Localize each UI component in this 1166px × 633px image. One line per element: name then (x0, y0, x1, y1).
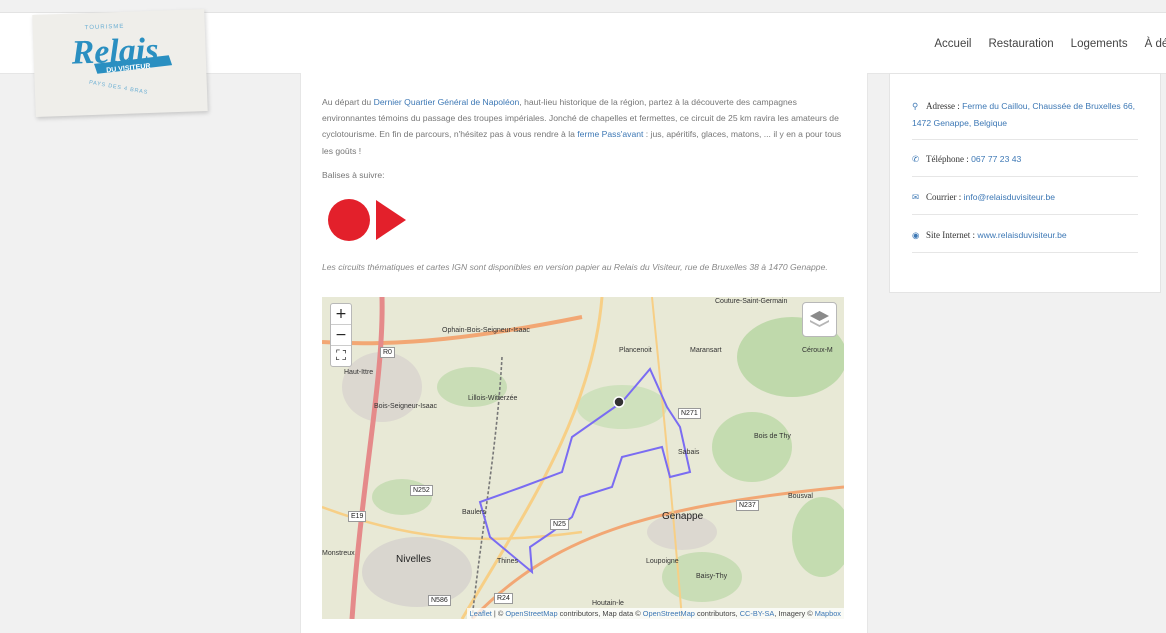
envelope-icon: ✉ (912, 193, 920, 203)
main-nav: Accueil Restauration Logements À déc (934, 38, 1166, 50)
contact-sidebar: ⚲ Adresse : Ferme du Caillou, Chaussée de… (889, 73, 1161, 293)
phone-icon: ✆ (912, 155, 920, 165)
nav-item-accueil[interactable]: Accueil (934, 38, 971, 50)
map-label-cerouxm: Céroux-M (802, 347, 833, 354)
nav-item-decouvrir[interactable]: À déc (1145, 38, 1166, 50)
road-label-r0: R0 (380, 347, 395, 358)
start-point-icon (613, 396, 625, 408)
balises-label: Balises à suivre: (322, 170, 385, 180)
map-label-ophain: Ophain-Bois-Seigneur-Isaac (442, 327, 530, 334)
attrib-sep: | © (491, 609, 506, 618)
nav-item-restauration[interactable]: Restauration (988, 38, 1053, 50)
web-label: Site Internet : (926, 230, 975, 240)
map-label-genappe: Genappe (662, 511, 704, 522)
zoom-in-button[interactable]: + (331, 304, 351, 325)
map-label-loupoigne: Loupoigne (646, 558, 679, 565)
osm-link-2[interactable]: OpenStreetMap (643, 609, 695, 618)
logo-graphic: TOURISME Relais DU VISITEUR PAYS DES 4 B… (70, 24, 173, 96)
map-marker-icon: ⚲ (912, 102, 919, 112)
road-label-n237: N237 (736, 500, 759, 511)
map-label-houtain: Houtain-le (592, 600, 624, 607)
attrib-text-2: contributors, (694, 609, 740, 618)
site-logo[interactable]: TOURISME Relais DU VISITEUR PAYS DES 4 B… (32, 9, 208, 117)
contact-phone: ✆ Téléphone : 067 77 23 43 (912, 151, 1138, 177)
nav-item-logements[interactable]: Logements (1071, 38, 1128, 50)
road-label-n25: N25 (550, 519, 569, 530)
fullscreen-button[interactable]: ⛶ (331, 346, 351, 366)
map-label-boisseigneur: Bois-Seigneur-Isaac (374, 403, 438, 410)
para-text-1: Au départ du (322, 97, 374, 107)
map-label-bois-thy: Bois de Thy (754, 433, 791, 440)
zoom-control: + − ⛶ (330, 303, 352, 367)
contact-mail: ✉ Courrier : info@relaisduvisiteur.be (912, 189, 1138, 215)
availability-note: Les circuits thématiques et cartes IGN s… (322, 262, 828, 272)
osm-link[interactable]: OpenStreetMap (505, 609, 557, 618)
map-attribution: Leaflet | © OpenStreetMap contributors, … (466, 608, 844, 619)
map-label-bousval: Bousval (788, 493, 813, 500)
mapbox-link[interactable]: Mapbox (815, 609, 841, 618)
intro-paragraph: Au départ du Dernier Quartier Général de… (322, 94, 846, 159)
attrib-text-3: , Imagery © (774, 609, 815, 618)
mail-label: Courrier : (926, 192, 962, 202)
map-label-thines: Thines (497, 558, 519, 565)
map-label-maransart: Maransart (690, 347, 722, 354)
quartier-general-link[interactable]: Dernier Quartier Général de Napoléon (374, 97, 520, 107)
map-label-plancenoit: Plancenoit (619, 347, 652, 354)
ferme-passavant-link[interactable]: ferme Pass'avant (577, 129, 643, 139)
layers-icon (810, 311, 829, 327)
web-link[interactable]: www.relaisduvisiteur.be (977, 230, 1066, 240)
road-label-e19: E19 (348, 511, 367, 522)
map-label-nivelles: Nivelles (396, 554, 432, 565)
road-label-n271: N271 (678, 408, 701, 419)
logo-bottom-text: PAYS DES 4 BRAS (89, 80, 149, 96)
road-label-r24: R24 (494, 593, 513, 604)
globe-icon: ◉ (912, 231, 920, 241)
logo-top-text: TOURISME (85, 24, 125, 31)
map-label-lillois: Lillois-Witterzée (468, 395, 518, 402)
phone-link[interactable]: 067 77 23 43 (971, 154, 1021, 164)
road-label-n586: N586 (428, 595, 451, 606)
mail-link[interactable]: info@relaisduvisiteur.be (964, 192, 1055, 202)
route-markers (328, 199, 406, 241)
contact-address: ⚲ Adresse : Ferme du Caillou, Chaussée de… (912, 98, 1138, 140)
leaflet-link[interactable]: Leaflet (470, 609, 492, 618)
map-label-baulers: Baulers (462, 509, 486, 516)
zoom-out-button[interactable]: − (331, 325, 351, 346)
marker-circle-icon (328, 199, 370, 241)
attrib-text-1: contributors, Map data © (557, 609, 643, 618)
map-label-hautittre: Haut-Ittre (344, 369, 374, 376)
layers-button[interactable] (802, 302, 837, 337)
route-map[interactable]: Couture-Saint-Germain Ophain-Bois-Seigne… (322, 297, 844, 619)
phone-label: Téléphone : (926, 154, 969, 164)
map-label-sabais: Sabais (678, 449, 700, 456)
map-tiles (322, 297, 844, 619)
road-label-n252: N252 (410, 485, 433, 496)
marker-arrow-icon (376, 200, 406, 240)
contact-web: ◉ Site Internet : www.relaisduvisiteur.be (912, 227, 1138, 253)
map-label-monstreux: Monstreux (322, 550, 355, 557)
map-label-couture: Couture-Saint-Germain (715, 298, 788, 305)
ccbysa-link[interactable]: CC-BY-SA (740, 609, 775, 618)
map-label-baisy: Baisy-Thy (696, 573, 728, 580)
address-label: Adresse : (926, 101, 960, 111)
